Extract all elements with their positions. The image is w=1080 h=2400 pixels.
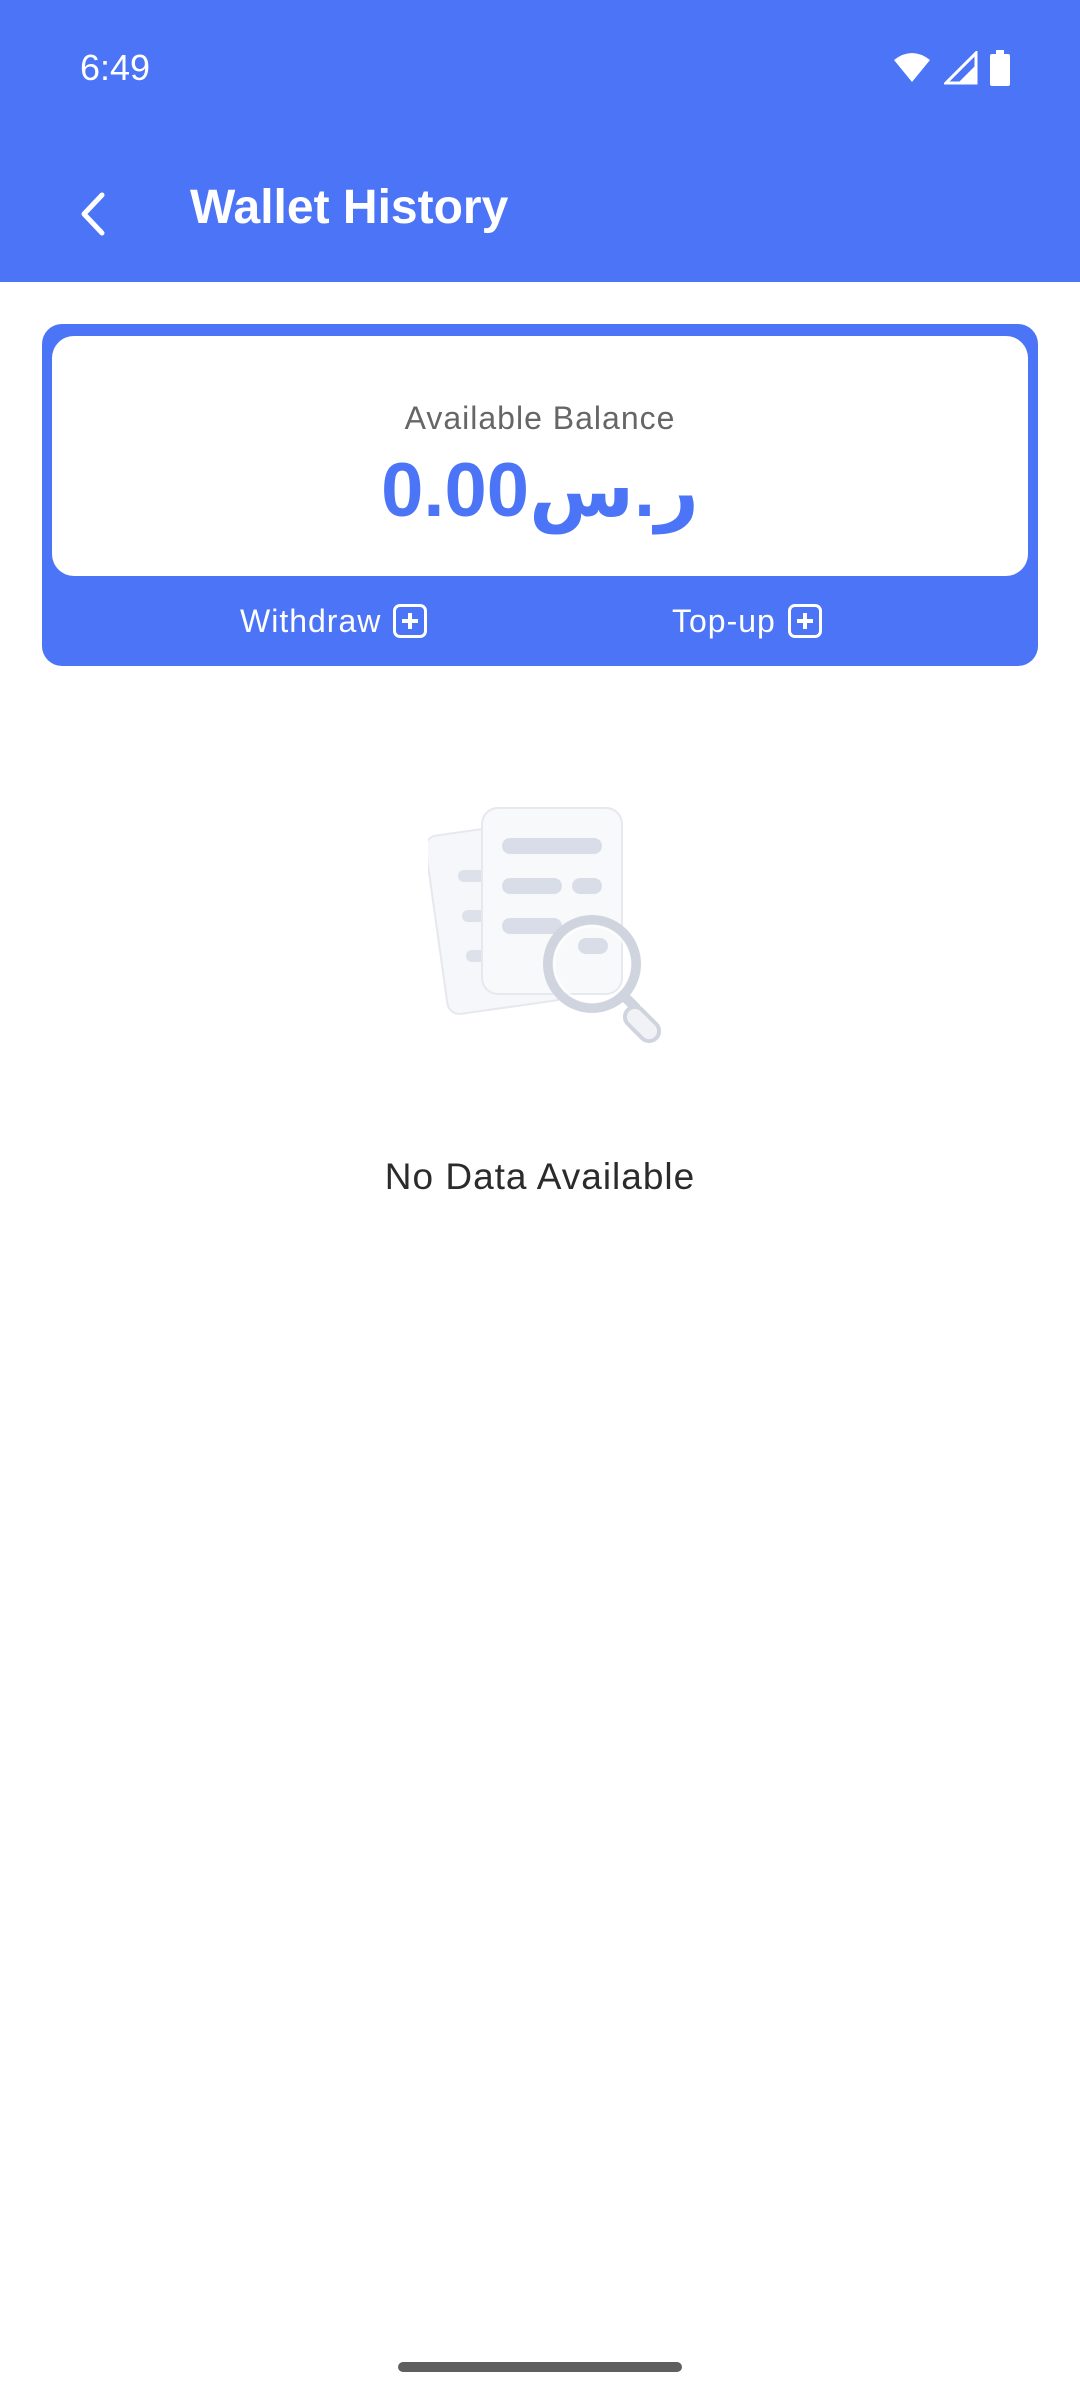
- app-bar: Wallet History: [0, 134, 1080, 282]
- withdraw-button[interactable]: Withdraw: [240, 596, 428, 646]
- balance-label: Available Balance: [404, 400, 676, 436]
- signal-icon: [944, 51, 978, 85]
- battery-icon: [990, 50, 1010, 86]
- home-indicator[interactable]: [398, 2362, 682, 2372]
- page-title: Wallet History: [190, 181, 509, 234]
- status-icons: [892, 50, 1010, 86]
- status-time: 6:49: [80, 47, 151, 88]
- status-bar: 6:49: [0, 0, 1080, 134]
- topup-label: Top-up: [672, 602, 776, 639]
- balance-panel: Available Balance 0.00ر.س Withdraw Top-u…: [42, 324, 1038, 666]
- plus-square-icon: [393, 604, 428, 638]
- chevron-left-icon: [81, 192, 105, 236]
- empty-state-message: No Data Available: [384, 1156, 696, 1197]
- balance-value: 0.00ر.س: [381, 448, 699, 533]
- withdraw-label: Withdraw: [240, 602, 382, 639]
- plus-square-icon: [787, 604, 822, 638]
- documents-search-icon: [428, 807, 662, 1044]
- back-button[interactable]: [44, 164, 144, 264]
- topup-button[interactable]: Top-up: [672, 596, 822, 646]
- balance-card: Available Balance 0.00ر.س: [52, 336, 1028, 576]
- wifi-icon: [894, 53, 930, 82]
